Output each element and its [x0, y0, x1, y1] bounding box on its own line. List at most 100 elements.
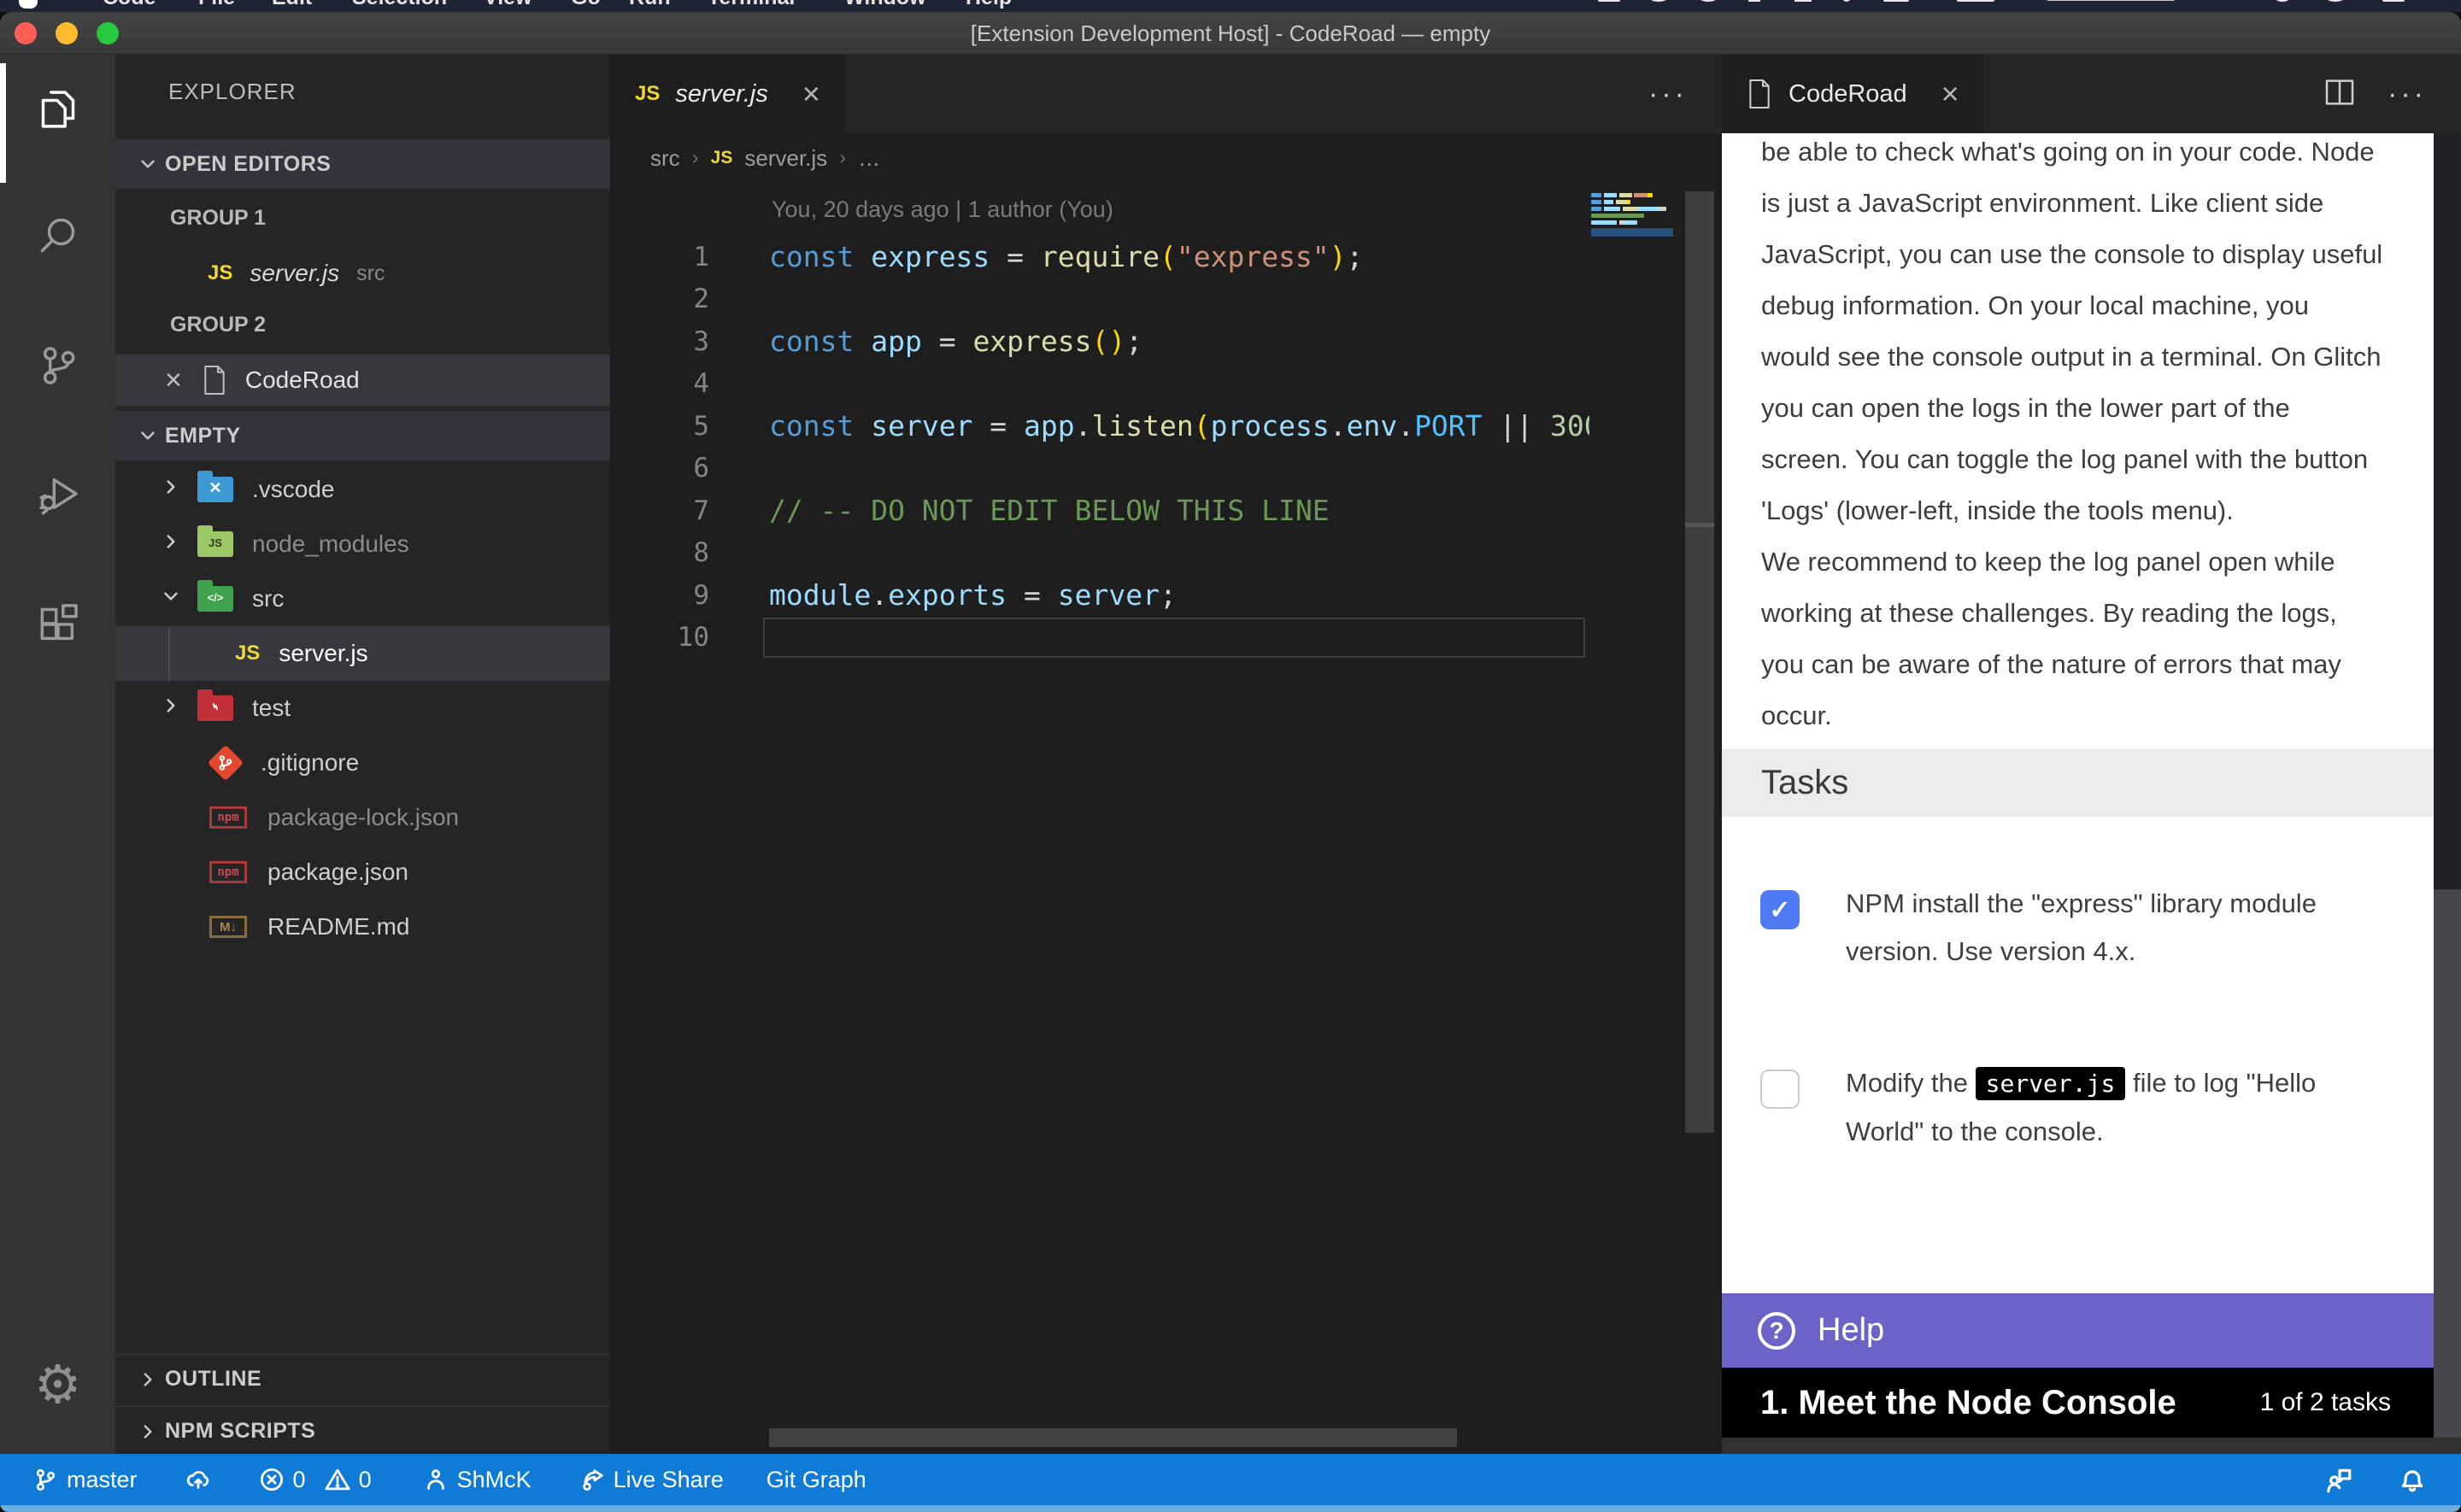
tree-item-label: README.md [267, 913, 409, 941]
menu-run[interactable]: Run [629, 0, 671, 10]
close-icon[interactable]: × [1941, 76, 1959, 112]
open-editor-serverjs[interactable]: JS server.js src [115, 248, 611, 299]
breadcrumb-file[interactable]: server.js [744, 145, 827, 172]
open-editors-section-header[interactable]: OPEN EDITORS [115, 139, 611, 189]
editor-group1-label: GROUP 1 [115, 197, 611, 238]
tree-item-package-lock[interactable]: npm package-lock.json [115, 790, 611, 845]
close-icon[interactable]: × [165, 366, 182, 395]
menubar-status-icon[interactable] [1699, 0, 1718, 2]
account-item[interactable]: ShMcK [423, 1467, 532, 1493]
apple-menu-icon[interactable] [19, 0, 38, 9]
lesson-progress-bar[interactable]: 1. Meet the Node Console 1 of 2 tasks [1722, 1368, 2434, 1438]
help-bar[interactable]: ? Help [1722, 1293, 2434, 1368]
activity-bar: ⚙ [0, 55, 115, 1454]
menubar-status-icon[interactable] [2382, 0, 2405, 2]
tree-item-label: .vscode [252, 476, 335, 503]
menubar-siri-icon[interactable] [2326, 0, 2345, 2]
menubar-status-icon[interactable] [2275, 0, 2290, 2]
menubar-status-icon[interactable] [1598, 0, 1620, 2]
code-line[interactable]: 7// -- DO NOT EDIT BELOW THIS LINE [611, 489, 1722, 532]
tasks-label: Tasks [1761, 764, 1848, 802]
code-line[interactable]: 4 [611, 363, 1722, 406]
live-share-label: Live Share [614, 1467, 724, 1493]
folder-section-header[interactable]: EMPTY [115, 411, 611, 460]
task2-text: Modify the server.js file to log "Hello … [1846, 1059, 2410, 1156]
explorer-icon[interactable] [0, 67, 115, 152]
code-line[interactable]: 5const server = app.listen(process.env.P… [611, 405, 1722, 448]
extensions-icon[interactable] [0, 582, 115, 667]
outline-section-header[interactable]: OUTLINE [115, 1354, 611, 1404]
more-actions-icon[interactable]: ··· [1648, 78, 1688, 111]
task1-checkbox[interactable]: ✓ [1760, 890, 1800, 929]
warnings-icon [325, 1467, 350, 1492]
menu-selection[interactable]: Selection [352, 0, 447, 10]
split-editor-icon[interactable] [2323, 75, 2357, 114]
tab-coderoad[interactable]: CodeRoad × [1722, 55, 1983, 133]
code-editor[interactable]: You, 20 days ago | 1 author (You) 1const… [611, 183, 1722, 1454]
git-branch-item[interactable]: master [32, 1467, 138, 1493]
code-line[interactable]: 10 [611, 617, 1722, 659]
menu-edit[interactable]: Edit [272, 0, 312, 10]
problems-item[interactable]: 0 0 [259, 1467, 372, 1493]
code-line[interactable]: 1const express = require("express"); [611, 236, 1722, 278]
menu-window[interactable]: Window [844, 0, 926, 10]
panel-scrollbar-thumb[interactable] [2434, 133, 2461, 889]
tree-item-src[interactable]: </> src [115, 571, 611, 626]
folder-section-label: EMPTY [165, 424, 241, 448]
code-line[interactable]: 9module.exports = server; [611, 574, 1722, 617]
search-icon[interactable] [0, 192, 115, 278]
minimap[interactable] [1591, 193, 1673, 415]
warning-count: 0 [359, 1467, 372, 1493]
settings-gear-icon[interactable]: ⚙ [0, 1341, 115, 1427]
code-line[interactable]: 3const app = express(); [611, 320, 1722, 363]
breadcrumb-symbol[interactable]: … [858, 145, 880, 172]
menubar-status-icon[interactable] [1649, 0, 1668, 2]
vertical-scrollbar[interactable] [1685, 191, 1714, 1133]
breadcrumb-src[interactable]: src [650, 145, 680, 172]
npm-icon: npm [209, 861, 247, 883]
menubar-status-icon[interactable] [1794, 0, 1812, 2]
npm-scripts-section-header[interactable]: NPM SCRIPTS [115, 1406, 611, 1454]
menu-view[interactable]: View [484, 0, 532, 10]
coderoad-panel: CodeRoad × ··· be able to check what's g… [1722, 55, 2461, 1454]
horizontal-scrollbar[interactable] [769, 1428, 1457, 1447]
chevron-right-icon: › [839, 146, 846, 170]
menubar-status-icon[interactable] [1842, 0, 1851, 2]
menu-go[interactable]: Go [571, 0, 601, 10]
more-actions-icon[interactable]: ··· [2388, 78, 2427, 111]
menu-code[interactable]: Code [103, 0, 156, 10]
close-icon[interactable]: × [802, 76, 820, 112]
menu-file[interactable]: File [198, 0, 235, 10]
code-line[interactable]: 2 [611, 278, 1722, 321]
code-line[interactable]: 8 [611, 532, 1722, 575]
code-line[interactable]: 6 [611, 448, 1722, 490]
menu-help[interactable]: Help [966, 0, 1012, 10]
run-debug-icon[interactable] [0, 451, 115, 536]
tree-item-serverjs[interactable]: JS server.js [115, 626, 611, 681]
tree-item-vscode[interactable]: ✕ .vscode [115, 462, 611, 517]
menu-terminal[interactable]: Terminal [708, 0, 795, 10]
feedback-icon[interactable] [2324, 1465, 2353, 1494]
tree-item-node-modules[interactable]: JS node_modules [115, 517, 611, 571]
chevron-down-icon [131, 153, 165, 175]
tree-item-test[interactable]: ⌁ test [115, 681, 611, 735]
task2-checkbox[interactable] [1760, 1070, 1800, 1109]
tree-item-gitignore[interactable]: .gitignore [115, 735, 611, 790]
sync-changes-item[interactable] [185, 1467, 211, 1492]
tree-item-package-json[interactable]: npm package.json [115, 845, 611, 900]
live-share-item[interactable]: Live Share [579, 1467, 724, 1493]
source-control-icon[interactable] [0, 323, 115, 408]
chevron-right-icon [131, 1368, 165, 1391]
tree-item-readme[interactable]: M↓ README.md [115, 900, 611, 954]
menubar-status-icon[interactable] [1748, 0, 1760, 2]
menubar-status-icon[interactable] [1883, 0, 1909, 2]
tab-serverjs[interactable]: JS server.js × [611, 55, 844, 133]
chevron-right-icon [160, 476, 182, 504]
window-title-bar[interactable]: [Extension Development Host] - CodeRoad … [0, 12, 2461, 55]
notifications-bell-icon[interactable] [2398, 1465, 2427, 1494]
open-editor-coderoad[interactable]: × CodeRoad [115, 355, 611, 406]
panel-scrollbar-track[interactable] [2434, 889, 2461, 1438]
editor-group2-label: GROUP 2 [115, 304, 611, 345]
error-count: 0 [293, 1467, 306, 1493]
git-graph-item[interactable]: Git Graph [766, 1467, 866, 1493]
